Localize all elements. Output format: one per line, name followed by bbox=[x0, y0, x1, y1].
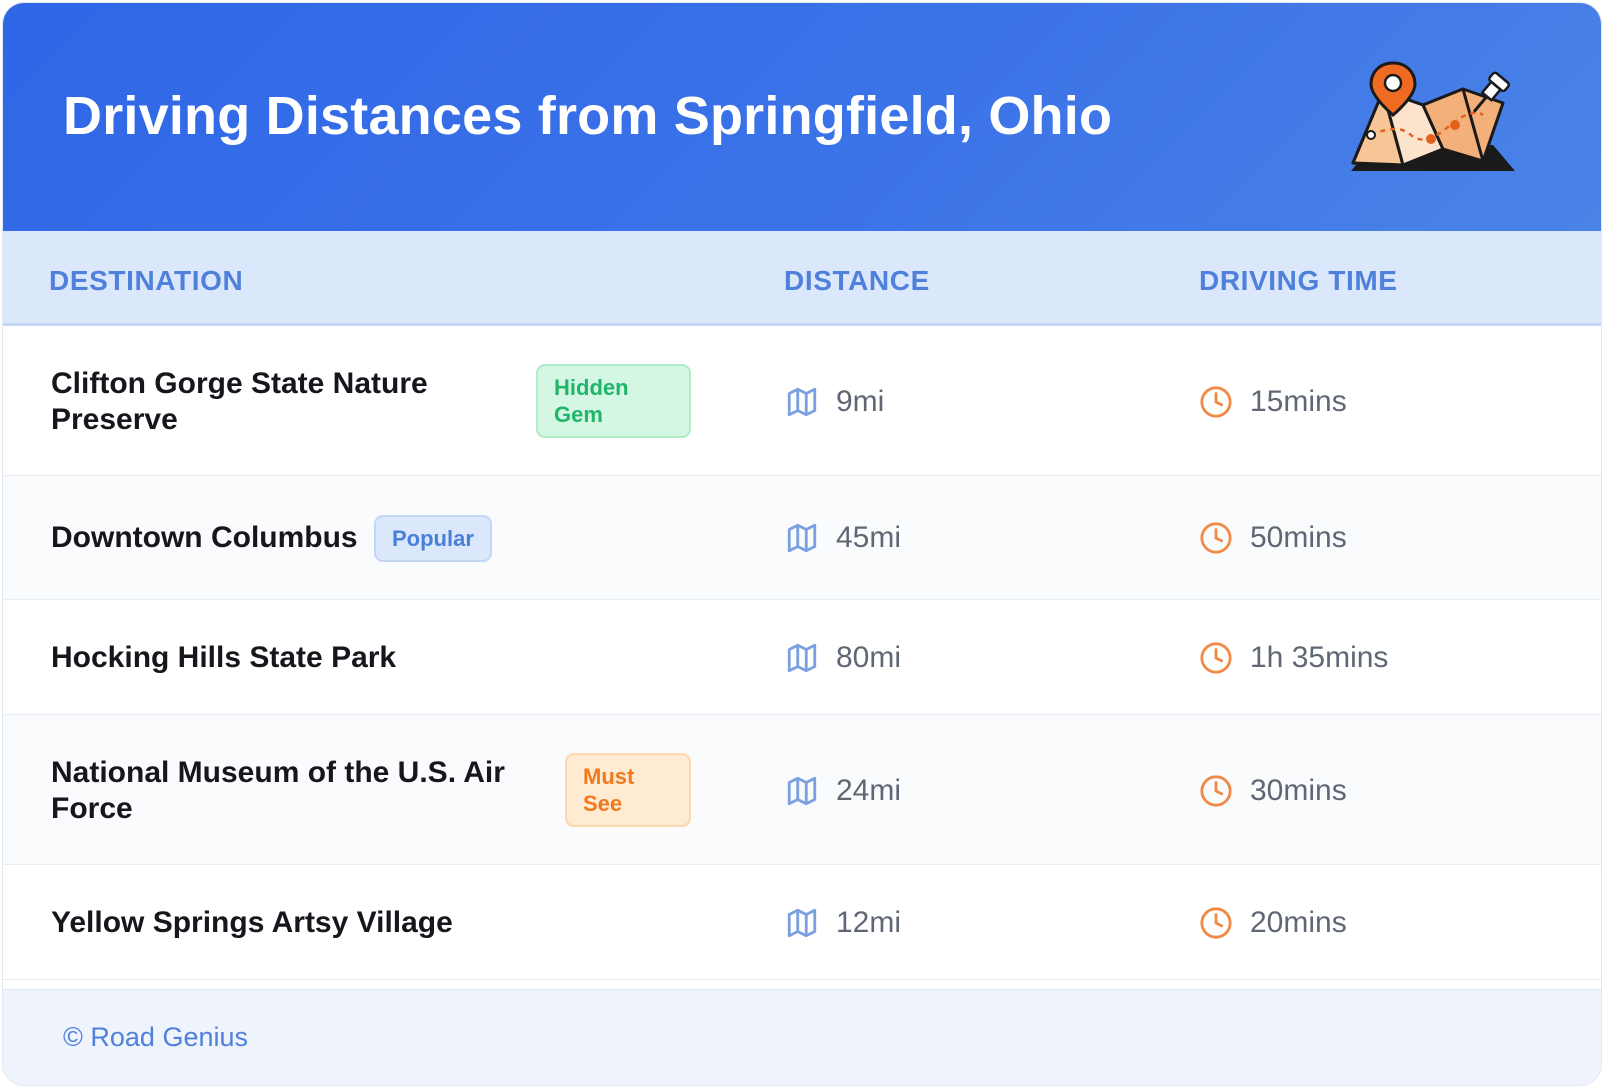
clock-icon bbox=[1200, 642, 1232, 674]
map-icon bbox=[787, 523, 817, 553]
time-value: 30mins bbox=[1250, 774, 1347, 807]
column-header-distance[interactable]: DISTANCE bbox=[784, 265, 930, 297]
map-icon bbox=[787, 908, 817, 938]
distance-value: 80mi bbox=[836, 641, 902, 674]
map-icon bbox=[787, 776, 817, 806]
destination-name: Yellow Springs Artsy Village bbox=[51, 906, 453, 939]
clock-icon bbox=[1200, 386, 1232, 418]
clock-icon bbox=[1200, 775, 1232, 807]
destination-name: Hocking Hills State Park bbox=[51, 641, 397, 674]
table-row[interactable]: Clifton Gorge State Nature Preserve Hidd… bbox=[3, 326, 1601, 476]
page-title: Driving Distances from Springfield, Ohio bbox=[63, 86, 1113, 146]
table-row[interactable]: National Museum of the U.S. Air Force Mu… bbox=[3, 715, 1601, 865]
clock-icon bbox=[1200, 907, 1232, 939]
distance-card: Driving Distances from Springfield, Ohio bbox=[2, 2, 1602, 1086]
column-header-destination[interactable]: DESTINATION bbox=[49, 265, 243, 297]
time-value: 20mins bbox=[1250, 906, 1347, 939]
hidden-gem-badge: Hidden Gem bbox=[536, 364, 691, 438]
table-row[interactable]: Hocking Hills State Park 80mi 1h 35mins bbox=[3, 600, 1601, 715]
destination-name: Downtown Columbus bbox=[51, 521, 358, 554]
distance-value: 45mi bbox=[836, 521, 902, 554]
table-row[interactable]: Downtown Columbus Popular 45mi 50mins bbox=[3, 476, 1601, 600]
time-value: 50mins bbox=[1250, 521, 1347, 554]
map-icon bbox=[787, 643, 817, 673]
distance-value: 24mi bbox=[836, 774, 902, 807]
map-pin-illustration bbox=[1351, 61, 1515, 171]
copyright-text[interactable]: © Road Genius bbox=[63, 1022, 248, 1053]
must-see-badge: Must See bbox=[565, 753, 691, 827]
popular-badge: Popular bbox=[374, 515, 492, 562]
column-header-time[interactable]: DRIVING TIME bbox=[1199, 265, 1398, 297]
card-header: Driving Distances from Springfield, Ohio bbox=[3, 3, 1601, 231]
map-icon bbox=[787, 387, 817, 417]
card-footer: © Road Genius bbox=[3, 989, 1601, 1085]
distance-value: 9mi bbox=[836, 385, 885, 418]
time-value: 1h 35mins bbox=[1250, 641, 1389, 674]
distance-value: 12mi bbox=[836, 906, 902, 939]
destination-name: National Museum of the U.S. Air Force bbox=[51, 756, 505, 825]
clock-icon bbox=[1200, 522, 1232, 554]
table-row[interactable]: Yellow Springs Artsy Village 12mi 20mins bbox=[3, 865, 1601, 980]
destination-name: Clifton Gorge State Nature Preserve bbox=[51, 367, 428, 436]
time-value: 15mins bbox=[1250, 385, 1347, 418]
table-header: DESTINATION DISTANCE DRIVING TIME bbox=[3, 231, 1601, 326]
